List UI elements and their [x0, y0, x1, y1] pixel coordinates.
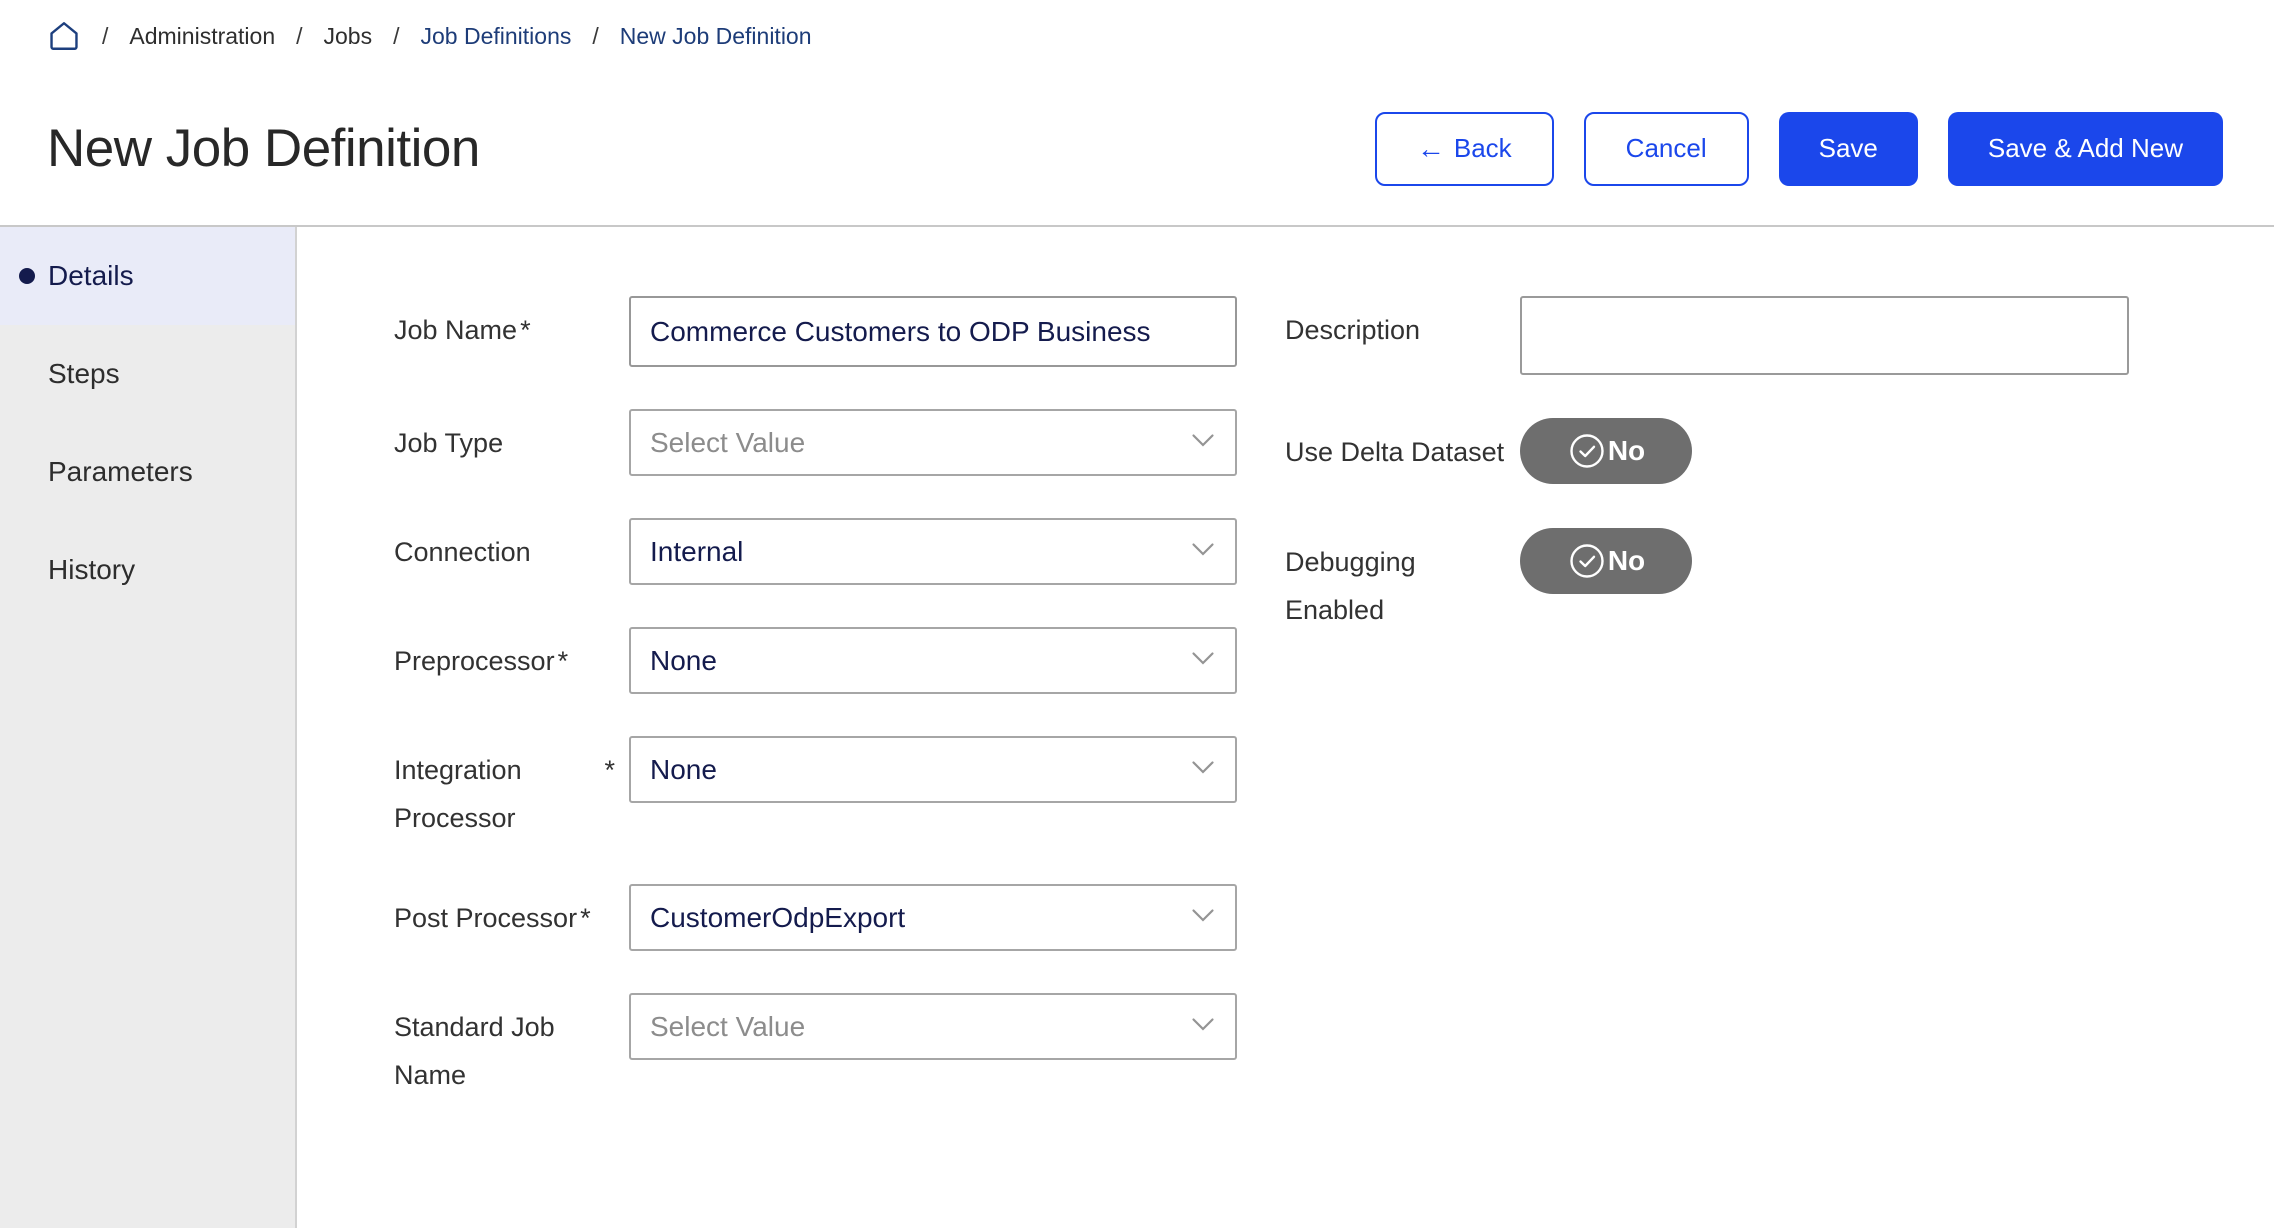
breadcrumb-separator: /: [393, 22, 400, 49]
toggle-state-label: No: [1607, 435, 1646, 466]
back-button-label: Back: [1453, 133, 1512, 163]
field-label-cell: Debugging Enabled: [1285, 528, 1520, 634]
chevron-down-icon: [1191, 1017, 1215, 1036]
sidebar-item-label: History: [48, 554, 136, 585]
field-label: Job Type: [394, 428, 504, 458]
form-row-preprocessor: Preprocessor * None: [394, 627, 1237, 694]
field-label: Connection: [394, 537, 531, 567]
form-row-job-type: Job Type Select Value: [394, 409, 1237, 476]
select-value: CustomerOdpExport: [650, 901, 906, 933]
chevron-down-icon: [1191, 651, 1215, 670]
field-label: Preprocessor: [394, 646, 555, 676]
field-label: Post Processor: [394, 903, 578, 933]
page-title: New Job Definition: [47, 119, 480, 178]
back-button[interactable]: ← Back: [1374, 111, 1554, 186]
field-label: Standard Job Name: [394, 1012, 555, 1090]
integration-processor-select[interactable]: None: [629, 736, 1237, 803]
job-name-input[interactable]: [629, 296, 1237, 367]
field-label-cell: Use Delta Dataset: [1285, 418, 1520, 476]
save-add-new-button[interactable]: Save & Add New: [1947, 111, 2223, 186]
breadcrumb-item-administration[interactable]: Administration: [129, 23, 275, 50]
body-region: Details Steps Parameters History Job Nam…: [0, 225, 2274, 1228]
chevron-down-icon: [1191, 908, 1215, 927]
preprocessor-select[interactable]: None: [629, 627, 1237, 694]
cancel-button-label: Cancel: [1625, 133, 1707, 163]
field-label-cell: Preprocessor *: [394, 627, 629, 685]
field-label: Integration Processor: [394, 755, 522, 833]
select-value: None: [650, 753, 717, 785]
breadcrumb: / Administration / Jobs / Job Definition…: [0, 0, 2274, 72]
save-button[interactable]: Save: [1778, 111, 1918, 186]
form-row-connection: Connection Internal: [394, 518, 1237, 585]
field-label: Debugging Enabled: [1285, 547, 1416, 625]
check-circle-icon: [1567, 431, 1607, 471]
select-value: Internal: [650, 535, 744, 567]
sidebar-item-label: Steps: [48, 358, 120, 389]
required-marker: *: [580, 903, 591, 933]
use-delta-dataset-toggle[interactable]: No: [1520, 418, 1692, 484]
breadcrumb-item-new-job-definition[interactable]: New Job Definition: [620, 23, 812, 50]
form-row-debugging-enabled: Debugging Enabled No: [1285, 528, 2129, 634]
standard-job-name-select[interactable]: Select Value: [629, 993, 1237, 1060]
sidebar: Details Steps Parameters History: [0, 227, 297, 1228]
connection-select[interactable]: Internal: [629, 518, 1237, 585]
save-button-label: Save: [1818, 133, 1878, 163]
field-label-cell: Job Name *: [394, 296, 629, 354]
sidebar-item-label: Parameters: [48, 456, 193, 487]
field-label-cell: Post Processor *: [394, 884, 629, 942]
job-type-select[interactable]: Select Value: [629, 409, 1237, 476]
post-processor-select[interactable]: CustomerOdpExport: [629, 884, 1237, 951]
check-circle-icon: [1567, 541, 1607, 581]
required-marker: *: [604, 755, 615, 785]
breadcrumb-item-job-definitions[interactable]: Job Definitions: [421, 23, 572, 50]
sidebar-item-label: Details: [48, 260, 134, 291]
page: / Administration / Jobs / Job Definition…: [0, 0, 2274, 1230]
field-label: Job Name: [394, 315, 518, 345]
sidebar-item-steps[interactable]: Steps: [0, 325, 295, 423]
form-row-standard-job-name: Standard Job Name Select Value: [394, 993, 1237, 1099]
description-textarea[interactable]: [1520, 296, 2129, 375]
home-icon[interactable]: [47, 19, 81, 53]
form-row-integration-processor: Integration Processor * None: [394, 736, 1237, 842]
page-header: New Job Definition ← Back Cancel Save Sa…: [0, 72, 2274, 225]
breadcrumb-separator: /: [296, 22, 303, 49]
sidebar-item-details[interactable]: Details: [0, 227, 295, 325]
active-bullet-icon: [19, 268, 35, 284]
form-column-left: Job Name * Job Type Select Value: [394, 296, 1237, 1141]
breadcrumb-item-jobs[interactable]: Jobs: [324, 23, 373, 50]
cancel-button[interactable]: Cancel: [1583, 111, 1749, 186]
form-column-right: Description Use Delta Dataset No Debuggi…: [1285, 296, 2129, 678]
breadcrumb-separator: /: [592, 22, 599, 49]
field-label-cell: Standard Job Name: [394, 993, 629, 1099]
required-marker: *: [557, 646, 569, 676]
chevron-down-icon: [1191, 542, 1215, 561]
required-marker: *: [520, 315, 531, 345]
form-row-use-delta-dataset: Use Delta Dataset No: [1285, 418, 2129, 484]
debugging-enabled-toggle[interactable]: No: [1520, 528, 1692, 594]
sidebar-item-history[interactable]: History: [0, 521, 295, 619]
form-row-post-processor: Post Processor * CustomerOdpExport: [394, 884, 1237, 951]
form-content: Job Name * Job Type Select Value: [297, 227, 2274, 1228]
select-placeholder: Select Value: [650, 426, 806, 458]
form-row-description: Description: [1285, 296, 2129, 375]
select-placeholder: Select Value: [650, 1010, 806, 1042]
chevron-down-icon: [1191, 760, 1215, 779]
chevron-down-icon: [1191, 433, 1215, 452]
toggle-state-label: No: [1607, 545, 1646, 576]
breadcrumb-separator: /: [102, 22, 109, 49]
form-row-job-name: Job Name *: [394, 296, 1237, 367]
save-add-new-button-label: Save & Add New: [1987, 133, 2183, 163]
field-label: Use Delta Dataset: [1285, 437, 1505, 467]
field-label-cell: Integration Processor *: [394, 736, 629, 842]
field-label-cell: Connection: [394, 518, 629, 576]
sidebar-item-parameters[interactable]: Parameters: [0, 423, 295, 521]
field-label: Description: [1285, 315, 1421, 345]
select-value: None: [650, 644, 717, 676]
field-label-cell: Job Type: [394, 409, 629, 467]
field-label-cell: Description: [1285, 296, 1520, 354]
header-actions: ← Back Cancel Save Save & Add New: [1374, 111, 2223, 186]
back-arrow-icon: ←: [1416, 132, 1445, 164]
